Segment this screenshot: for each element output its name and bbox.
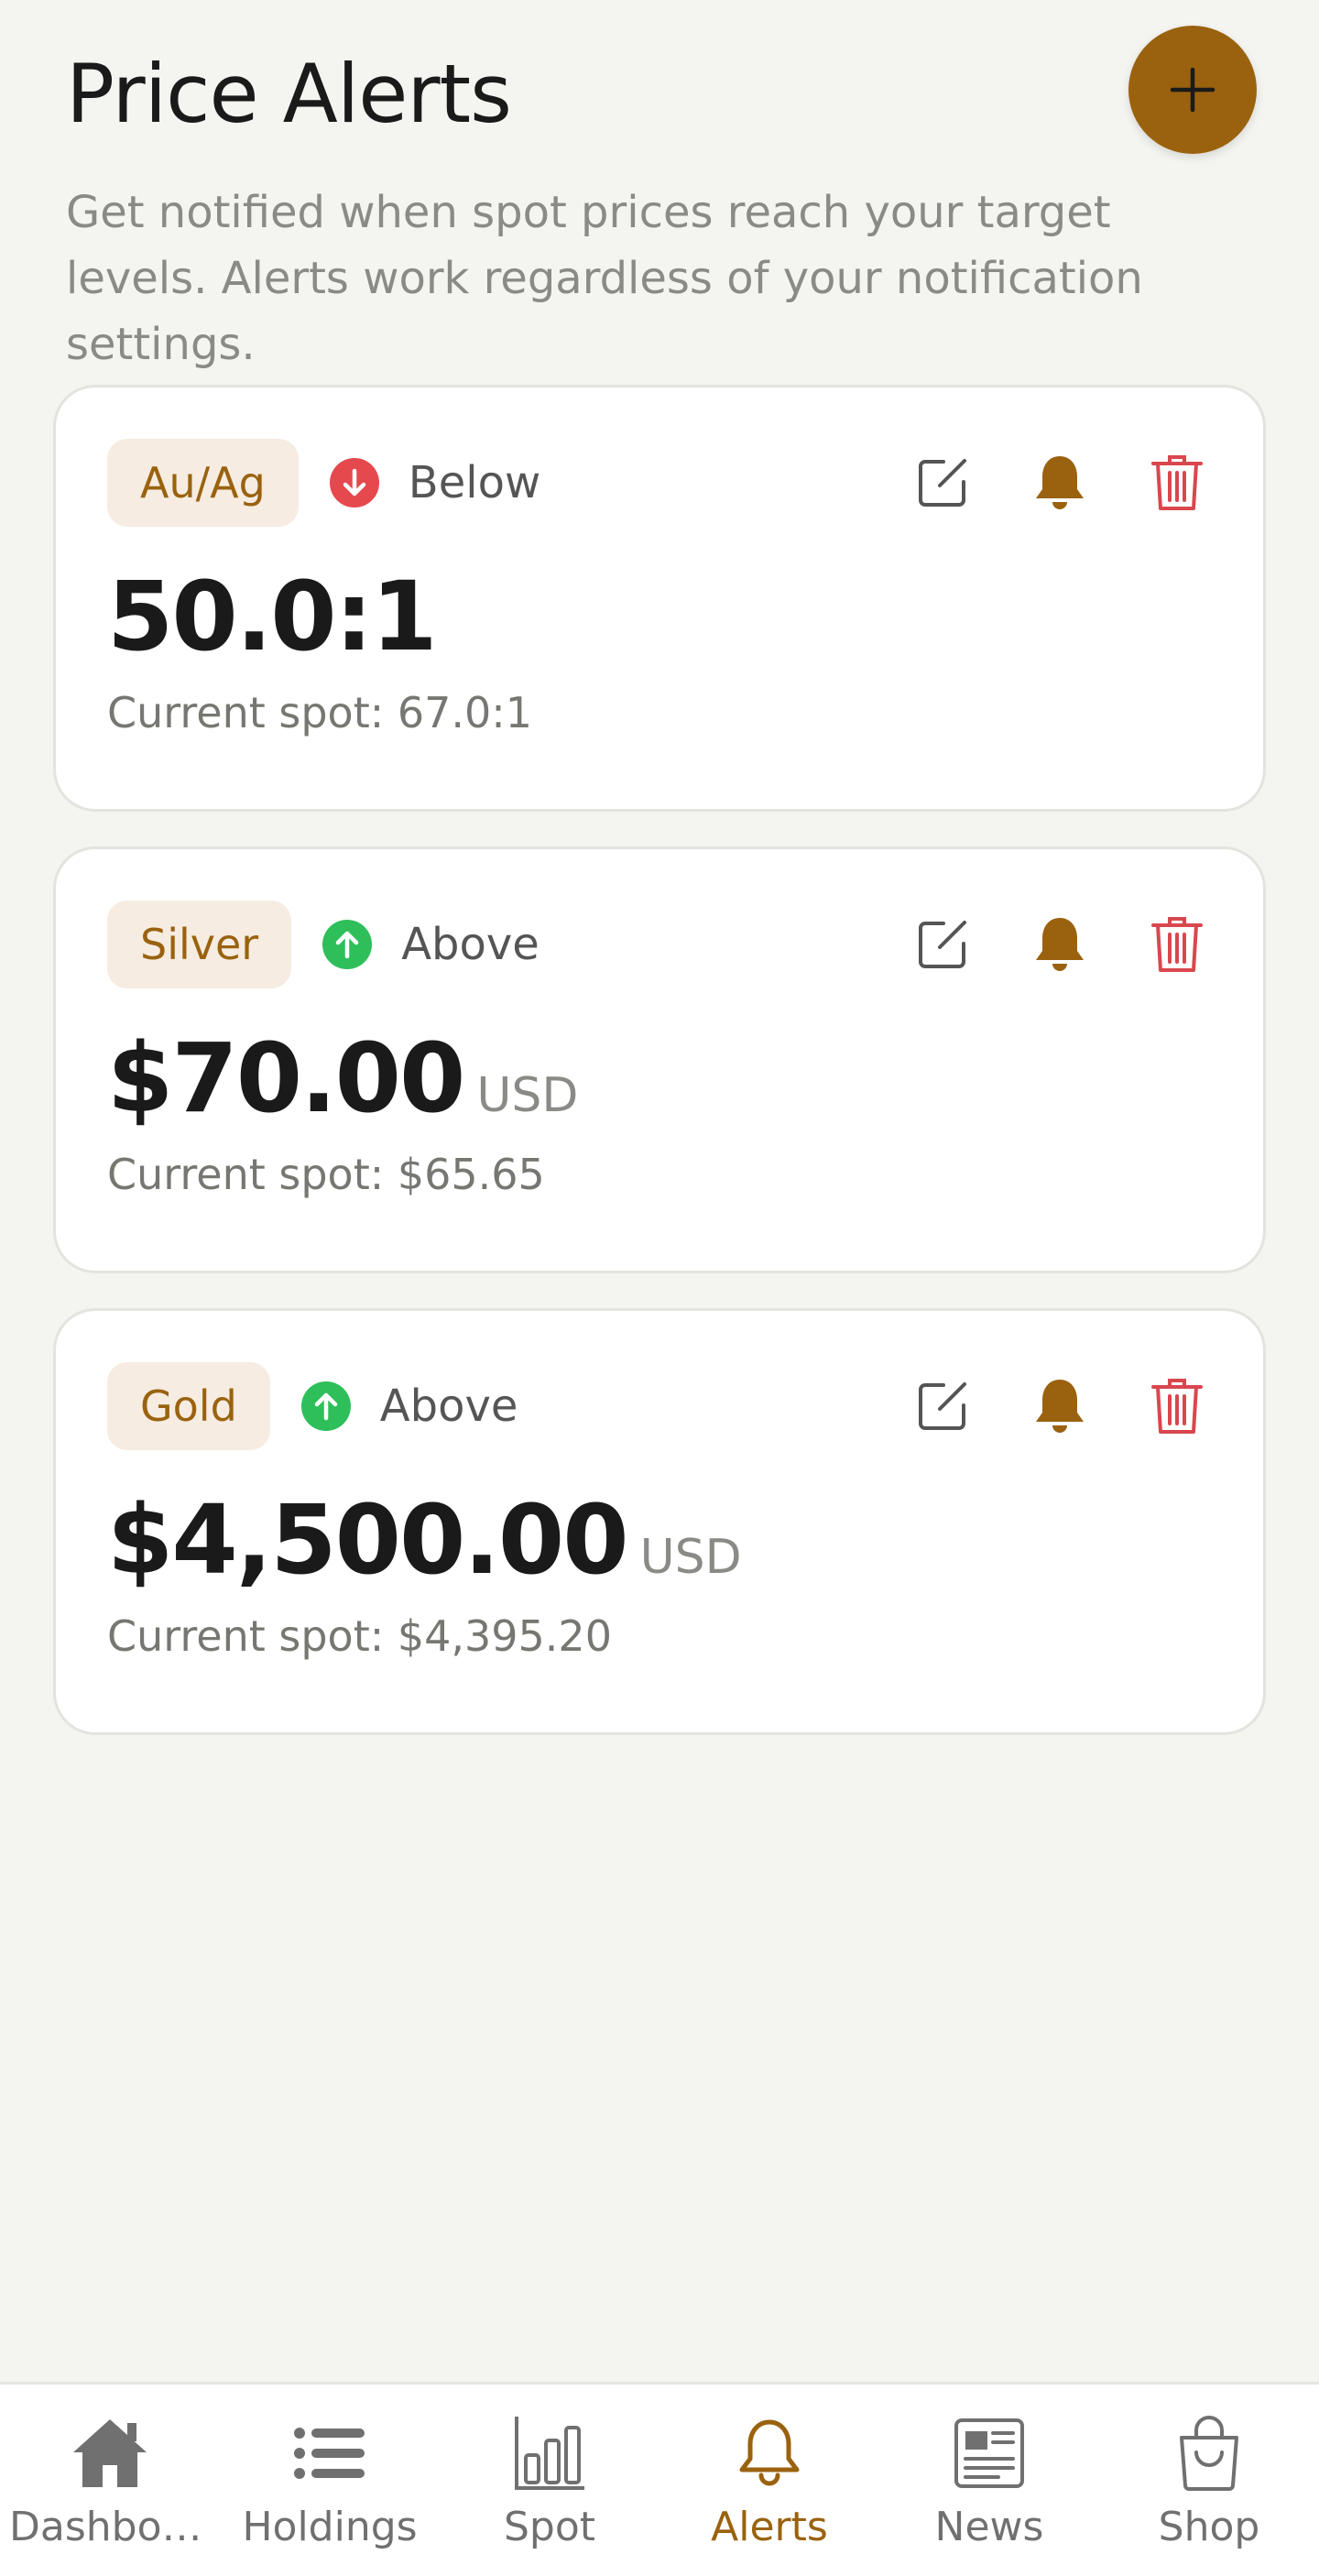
alert-card-gold[interactable]: Gold Above $4,500.00 USD Current spot: $… [53,1308,1266,1735]
nav-item-holdings[interactable]: Holdings [220,2385,440,2576]
home-icon [73,2419,147,2487]
nav-label: Alerts [711,2504,828,2550]
nav-item-alerts[interactable]: Alerts [660,2385,879,2576]
target-unit: USD [639,1530,742,1585]
edit-button[interactable] [908,1371,977,1441]
bell-toggle-button[interactable] [1025,910,1095,979]
current-spot: Current spot: 67.0:1 [107,688,533,737]
page-title: Price Alerts [66,47,512,141]
edit-button[interactable] [908,910,977,979]
nav-label: Holdings [242,2504,418,2550]
nav-item-news[interactable]: News [879,2385,1099,2576]
trash-icon [1151,1379,1203,1434]
trash-icon [1151,917,1203,972]
bell-toggle-button[interactable] [1025,448,1095,518]
metal-badge: Silver [107,901,292,988]
edit-icon [919,459,966,507]
bell-icon [1036,918,1084,971]
direction-label: Below [408,457,541,508]
direction-label: Above [401,919,540,970]
nav-item-dashboard[interactable]: Dashboa... [0,2385,220,2576]
target-unit: USD [476,1068,579,1123]
alert-card-auag[interactable]: Au/Ag Below 50.0:1 Current spot: 67.0:1 [53,385,1266,812]
direction-label: Above [379,1381,518,1432]
delete-button[interactable] [1142,1371,1212,1441]
bottom-nav: Dashboa... Holdings Spot Alerts News Sho… [0,2382,1319,2576]
bar-chart-icon [515,2417,584,2490]
nav-label: Dashboa... [9,2504,211,2550]
arrow-up-circle-icon [322,920,373,969]
metal-badge: Gold [107,1362,270,1450]
delete-button[interactable] [1142,448,1212,518]
plus-icon [1170,67,1215,113]
edit-icon [919,1382,966,1430]
current-spot: Current spot: $4,395.20 [107,1611,612,1661]
edit-button[interactable] [908,448,977,518]
nav-item-shop[interactable]: Shop [1099,2385,1319,2576]
target-value: $70.00 [107,1022,465,1134]
nav-item-spot[interactable]: Spot [440,2385,660,2576]
delete-button[interactable] [1142,910,1212,979]
current-spot: Current spot: $65.65 [107,1150,545,1199]
edit-icon [919,921,966,968]
page-subtitle: Get notified when spot prices reach your… [66,187,1143,370]
nav-label: News [934,2504,1044,2550]
bell-icon [1036,456,1084,509]
shopping-bag-icon [1180,2416,1238,2491]
nav-label: Shop [1158,2504,1260,2550]
newspaper-icon [954,2418,1024,2488]
list-icon [294,2428,365,2479]
arrow-up-circle-icon [300,1381,351,1431]
add-alert-button[interactable] [1128,26,1257,154]
metal-badge: Au/Ag [107,439,299,527]
target-value: $4,500.00 [107,1484,629,1596]
bell-toggle-button[interactable] [1025,1371,1095,1441]
alert-card-silver[interactable]: Silver Above $70.00 USD Current spot: $6… [53,846,1266,1273]
header: Price Alerts [66,44,1253,145]
target-value: 50.0:1 [107,561,438,672]
trash-icon [1151,455,1203,510]
arrow-down-circle-icon [329,458,379,508]
nav-label: Spot [503,2504,596,2550]
bell-icon [739,2419,800,2486]
bell-icon [1036,1380,1084,1433]
